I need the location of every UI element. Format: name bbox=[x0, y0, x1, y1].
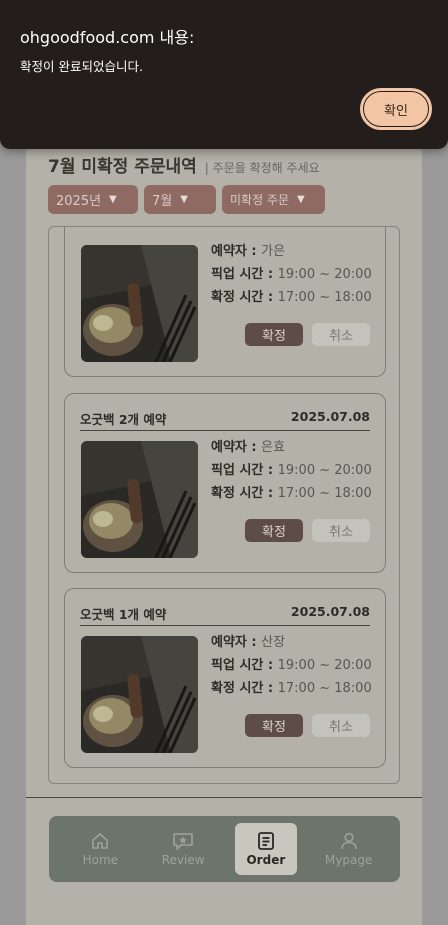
confirm-time-row: 확정 시간 : 17:00 ~ 18:00 bbox=[211, 681, 372, 696]
review-icon bbox=[173, 833, 193, 850]
pickup-row: 픽업 시간 : 19:00 ~ 20:00 bbox=[211, 267, 372, 282]
nav-divider bbox=[26, 797, 422, 798]
order-card-header: 오굿백 1개 예약 2025.07.08 bbox=[80, 604, 370, 626]
page-subtitle: | 주문을 확정해 주세요 bbox=[204, 161, 320, 175]
order-info: 예약자 : 은효 픽업 시간 : 19:00 ~ 20:00 확정 시간 : 1… bbox=[211, 436, 372, 505]
confirm-time: 17:00 ~ 18:00 bbox=[277, 486, 372, 501]
cancel-button[interactable]: 취소 bbox=[312, 519, 370, 542]
order-card: 오굿백 1개 예약 2025.07.08 예약자: 산장 픽업 시간: 19… bbox=[64, 588, 386, 768]
order-date: 2025.07.08 bbox=[290, 409, 370, 424]
reserver-name: 가은 bbox=[261, 244, 286, 259]
nav-item-label: Home bbox=[82, 853, 119, 867]
order-actions: 확정 취소 bbox=[245, 714, 370, 737]
chevron-down-icon: ▼ bbox=[180, 194, 188, 205]
pickup-time: 19:00 ~ 20:00 bbox=[277, 658, 372, 673]
order-date: 2025.07.08 bbox=[290, 604, 370, 619]
nav-item-mypage[interactable]: Mypage bbox=[318, 823, 380, 875]
order-thumbnail bbox=[81, 636, 198, 753]
dialog-title: ohgoodfood.com 내용: bbox=[20, 28, 195, 47]
reserver-name: 은효 bbox=[261, 440, 286, 455]
reserver-row: 예약자 : 산장 bbox=[211, 635, 286, 650]
order-info: 예약자 : 산장 픽업 시간 : 19:00 ~ 20:00 확정 시간 : 1… bbox=[211, 631, 372, 700]
confirm-time-row: 확정 시간 : 17:00 ~ 18:00 bbox=[211, 290, 372, 305]
dialog-message: 확정이 완료되었습니다. bbox=[20, 59, 143, 74]
chevron-down-icon: ▼ bbox=[297, 194, 305, 205]
confirm-button[interactable]: 확정 bbox=[245, 519, 303, 542]
confirm-time: 17:00 ~ 18:00 bbox=[277, 290, 372, 305]
home-icon bbox=[92, 833, 109, 849]
alert-dialog: ohgoodfood.com 내용: 확정이 완료되었습니다. 확인 bbox=[0, 0, 448, 149]
order-actions: 확정 취소 bbox=[245, 519, 370, 542]
nav-item-order[interactable]: Order bbox=[234, 823, 297, 875]
order-actions: 확정 취소 bbox=[245, 323, 370, 346]
page-title-row: 7월 미확정 주문내역 | 주문을 확정해 주세요 bbox=[48, 152, 320, 177]
cancel-button[interactable]: 취소 bbox=[312, 323, 370, 346]
pickup-row: 픽업 시간 : 19:00 ~ 20:00 bbox=[211, 658, 372, 673]
order-name: 오굿백 2개 예약 bbox=[80, 412, 167, 427]
order-name: 오굿백 1개 예약 bbox=[80, 607, 167, 622]
reserver-name: 산장 bbox=[261, 635, 286, 650]
nav-item-home[interactable]: Home bbox=[69, 823, 131, 875]
filter-bar: 2025년 ▼ 7월 ▼ 미확정 주문 ▼ bbox=[48, 185, 325, 214]
chevron-down-icon: ▼ bbox=[109, 194, 117, 205]
order-card: 예약자 : 가은 픽업 시간 : 19:00 ~ 20:00 확정 시간 : 1… bbox=[64, 227, 386, 377]
order-info: 예약자 : 가은 픽업 시간 : 19:00 ~ 20:00 확정 시간 : 1… bbox=[211, 240, 372, 309]
nav-item-label: Order bbox=[246, 853, 286, 867]
order-list[interactable]: 예약자 : 가은 픽업 시간 : 19:00 ~ 20:00 확정 시간 : 1… bbox=[48, 226, 400, 784]
confirm-button[interactable]: 확정 bbox=[245, 714, 303, 737]
bottom-nav: Home Review Order Mypage bbox=[49, 816, 400, 882]
month-select-value: 7월 bbox=[152, 194, 173, 209]
confirm-time-row: 확정 시간 : 17:00 ~ 18:00 bbox=[211, 486, 372, 501]
confirm-time: 17:00 ~ 18:00 bbox=[277, 681, 372, 696]
order-card-header: 오굿백 2개 예약 2025.07.08 bbox=[80, 409, 370, 431]
reserver-row: 예약자 : 가은 bbox=[211, 244, 286, 259]
order-card: 오굿백 2개 예약 2025.07.08 예약자: 은효 픽업 시간: 19… bbox=[64, 393, 386, 573]
year-select-value: 2025년 bbox=[56, 194, 102, 209]
nav-item-review[interactable]: Review bbox=[152, 823, 214, 875]
year-select[interactable]: 2025년 ▼ bbox=[48, 185, 138, 214]
reserver-row: 예약자 : 은효 bbox=[211, 440, 286, 455]
order-thumbnail bbox=[81, 245, 198, 362]
pickup-time: 19:00 ~ 20:00 bbox=[277, 463, 372, 478]
confirm-button[interactable]: 확정 bbox=[245, 323, 303, 346]
order-thumbnail bbox=[81, 441, 198, 558]
page-title: 7월 미확정 주문내역 bbox=[48, 157, 197, 177]
order-icon bbox=[257, 832, 274, 850]
cancel-button[interactable]: 취소 bbox=[312, 714, 370, 737]
pickup-row: 픽업 시간 : 19:00 ~ 20:00 bbox=[211, 463, 372, 478]
month-select[interactable]: 7월 ▼ bbox=[144, 185, 216, 214]
user-icon bbox=[340, 832, 357, 850]
nav-item-label: Mypage bbox=[324, 853, 373, 867]
nav-item-label: Review bbox=[161, 853, 205, 867]
dialog-ok-button[interactable]: 확인 bbox=[360, 88, 432, 130]
pickup-time: 19:00 ~ 20:00 bbox=[277, 267, 372, 282]
status-select[interactable]: 미확정 주문 ▼ bbox=[222, 185, 325, 214]
status-select-value: 미확정 주문 bbox=[230, 193, 290, 207]
